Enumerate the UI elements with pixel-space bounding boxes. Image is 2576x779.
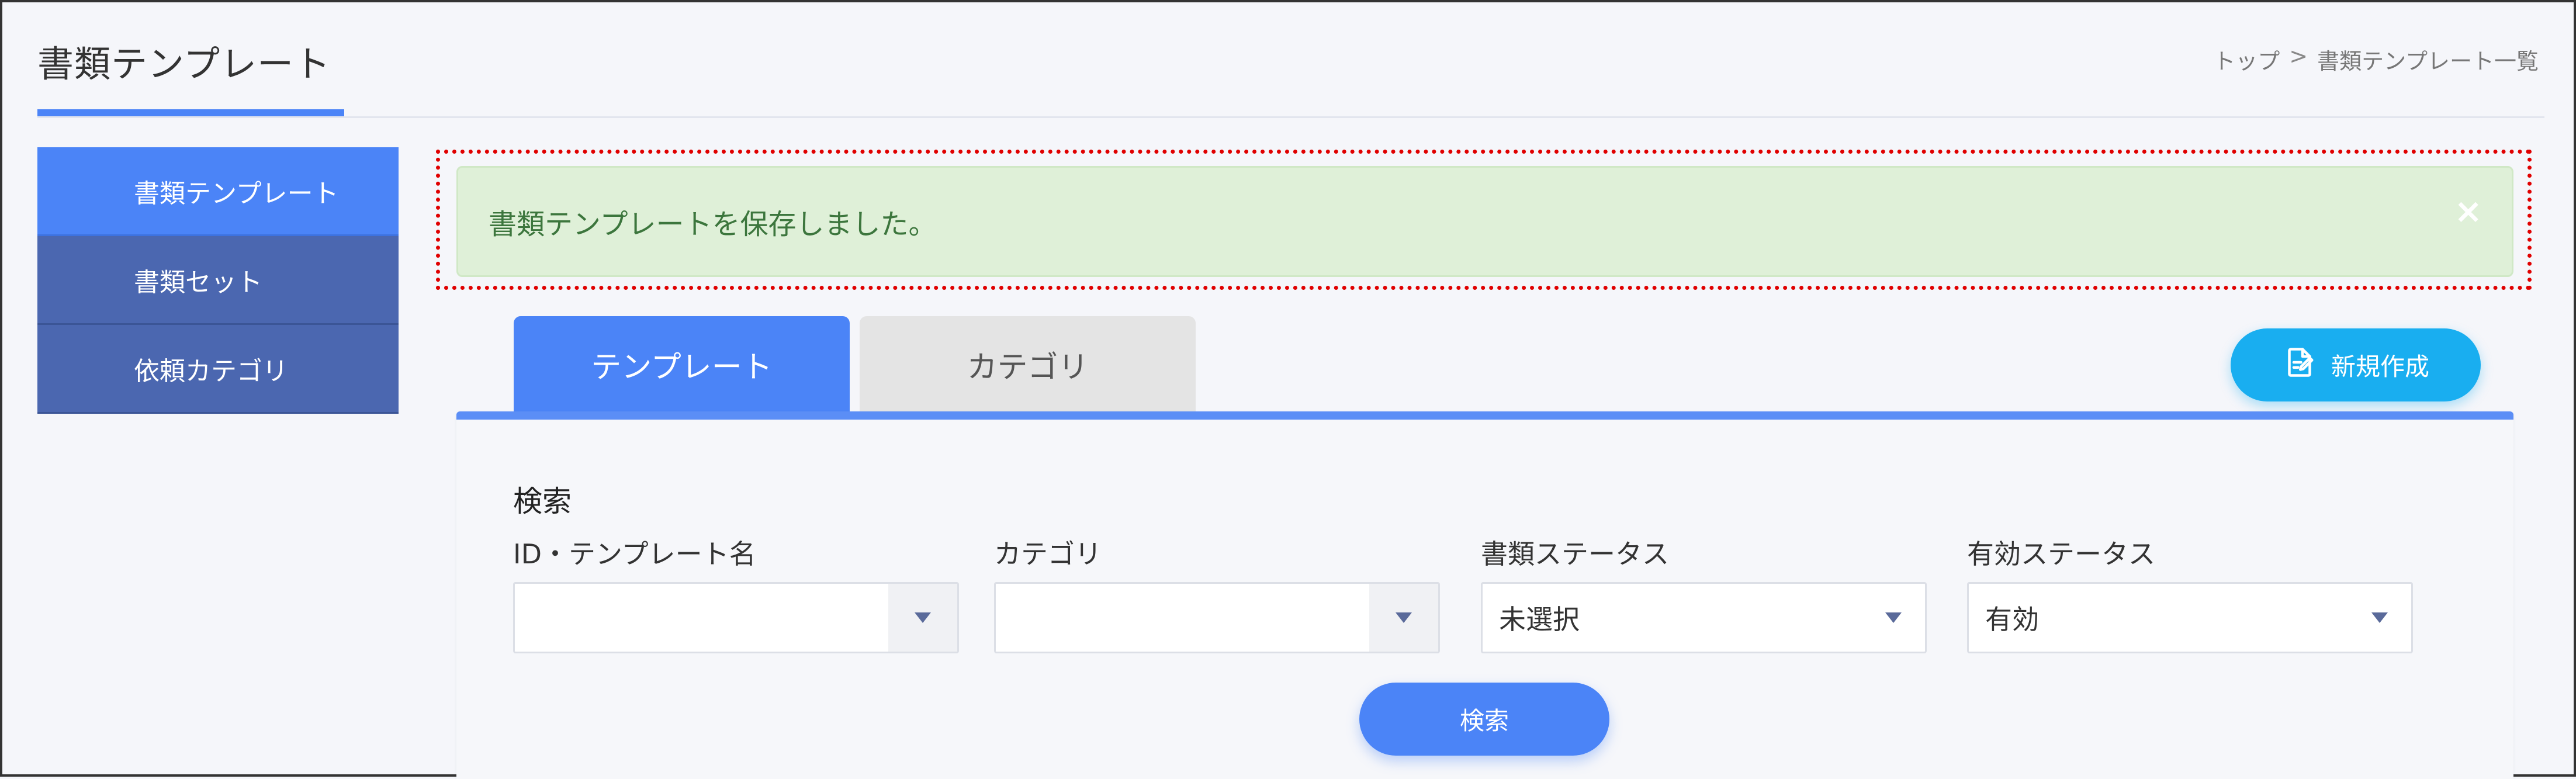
sidebar: 書類テンプレート 書類セット 依頼カテゴリ xyxy=(37,147,399,414)
category-select[interactable] xyxy=(994,582,1440,653)
sidebar-item-request-categories[interactable]: 依頼カテゴリ xyxy=(37,325,399,414)
tab-category[interactable]: カテゴリ xyxy=(860,316,1196,413)
edit-document-icon xyxy=(2282,345,2317,386)
search-button[interactable]: 検索 xyxy=(1359,683,1609,756)
select-value: 未選択 xyxy=(1499,604,1580,635)
field-label: 書類ステータス xyxy=(1481,538,1669,570)
sidebar-item-label: 書類テンプレート xyxy=(134,178,339,209)
close-icon[interactable]: × xyxy=(2454,191,2482,231)
sidebar-item-label: 依頼カテゴリ xyxy=(134,356,288,386)
document-status-select[interactable]: 未選択 xyxy=(1481,582,1927,653)
chevron-down-icon xyxy=(915,612,931,623)
field-label: 有効ステータス xyxy=(1967,538,2155,570)
alert-message: 書類テンプレートを保存しました。 xyxy=(489,208,937,241)
search-panel: 検索 ID・テンプレート名 カテゴリ 書類ステータス 未選択 有効ステータス 有… xyxy=(456,411,2513,779)
select-toggle[interactable] xyxy=(2371,612,2388,623)
chevron-down-icon xyxy=(1885,612,1902,623)
id-template-name-select[interactable] xyxy=(513,582,959,653)
sidebar-item-label: 書類セット xyxy=(134,267,262,297)
success-alert: 書類テンプレートを保存しました。 × xyxy=(456,166,2513,277)
field-category: カテゴリ xyxy=(994,536,1440,653)
tab-label: カテゴリ xyxy=(967,350,1089,385)
breadcrumb-separator: > xyxy=(2289,43,2308,69)
breadcrumb-current: 書類テンプレート一覧 xyxy=(2317,49,2539,74)
sidebar-item-document-templates[interactable]: 書類テンプレート xyxy=(37,147,399,236)
chevron-down-icon xyxy=(2371,612,2388,623)
field-document-status: 書類ステータス 未選択 xyxy=(1481,536,1927,653)
header-divider xyxy=(37,116,2544,118)
breadcrumb-top-link[interactable]: トップ xyxy=(2213,43,2280,75)
new-create-button[interactable]: 新規作成 xyxy=(2231,328,2481,401)
title-underline xyxy=(37,109,344,116)
page-title: 書類テンプレート xyxy=(37,43,331,85)
chevron-down-icon xyxy=(1396,612,1412,623)
field-label: カテゴリ xyxy=(994,538,1102,570)
select-value: 有効 xyxy=(1985,604,2039,635)
search-heading: 検索 xyxy=(513,484,572,518)
breadcrumb: トップ > 書類テンプレート一覧 xyxy=(2213,43,2539,75)
sidebar-item-document-sets[interactable]: 書類セット xyxy=(37,236,399,325)
tab-template[interactable]: テンプレート xyxy=(514,316,850,413)
field-id-template-name: ID・テンプレート名 xyxy=(513,536,959,653)
select-toggle[interactable] xyxy=(1369,584,1438,652)
tab-label: テンプレート xyxy=(591,350,773,385)
new-create-label: 新規作成 xyxy=(2331,352,2429,381)
field-active-status: 有効ステータス 有効 xyxy=(1967,536,2413,653)
field-label: ID・テンプレート名 xyxy=(513,538,756,570)
select-toggle[interactable] xyxy=(1885,612,1902,623)
search-button-label: 検索 xyxy=(1459,707,1509,735)
select-toggle[interactable] xyxy=(888,584,957,652)
active-status-select[interactable]: 有効 xyxy=(1967,582,2413,653)
